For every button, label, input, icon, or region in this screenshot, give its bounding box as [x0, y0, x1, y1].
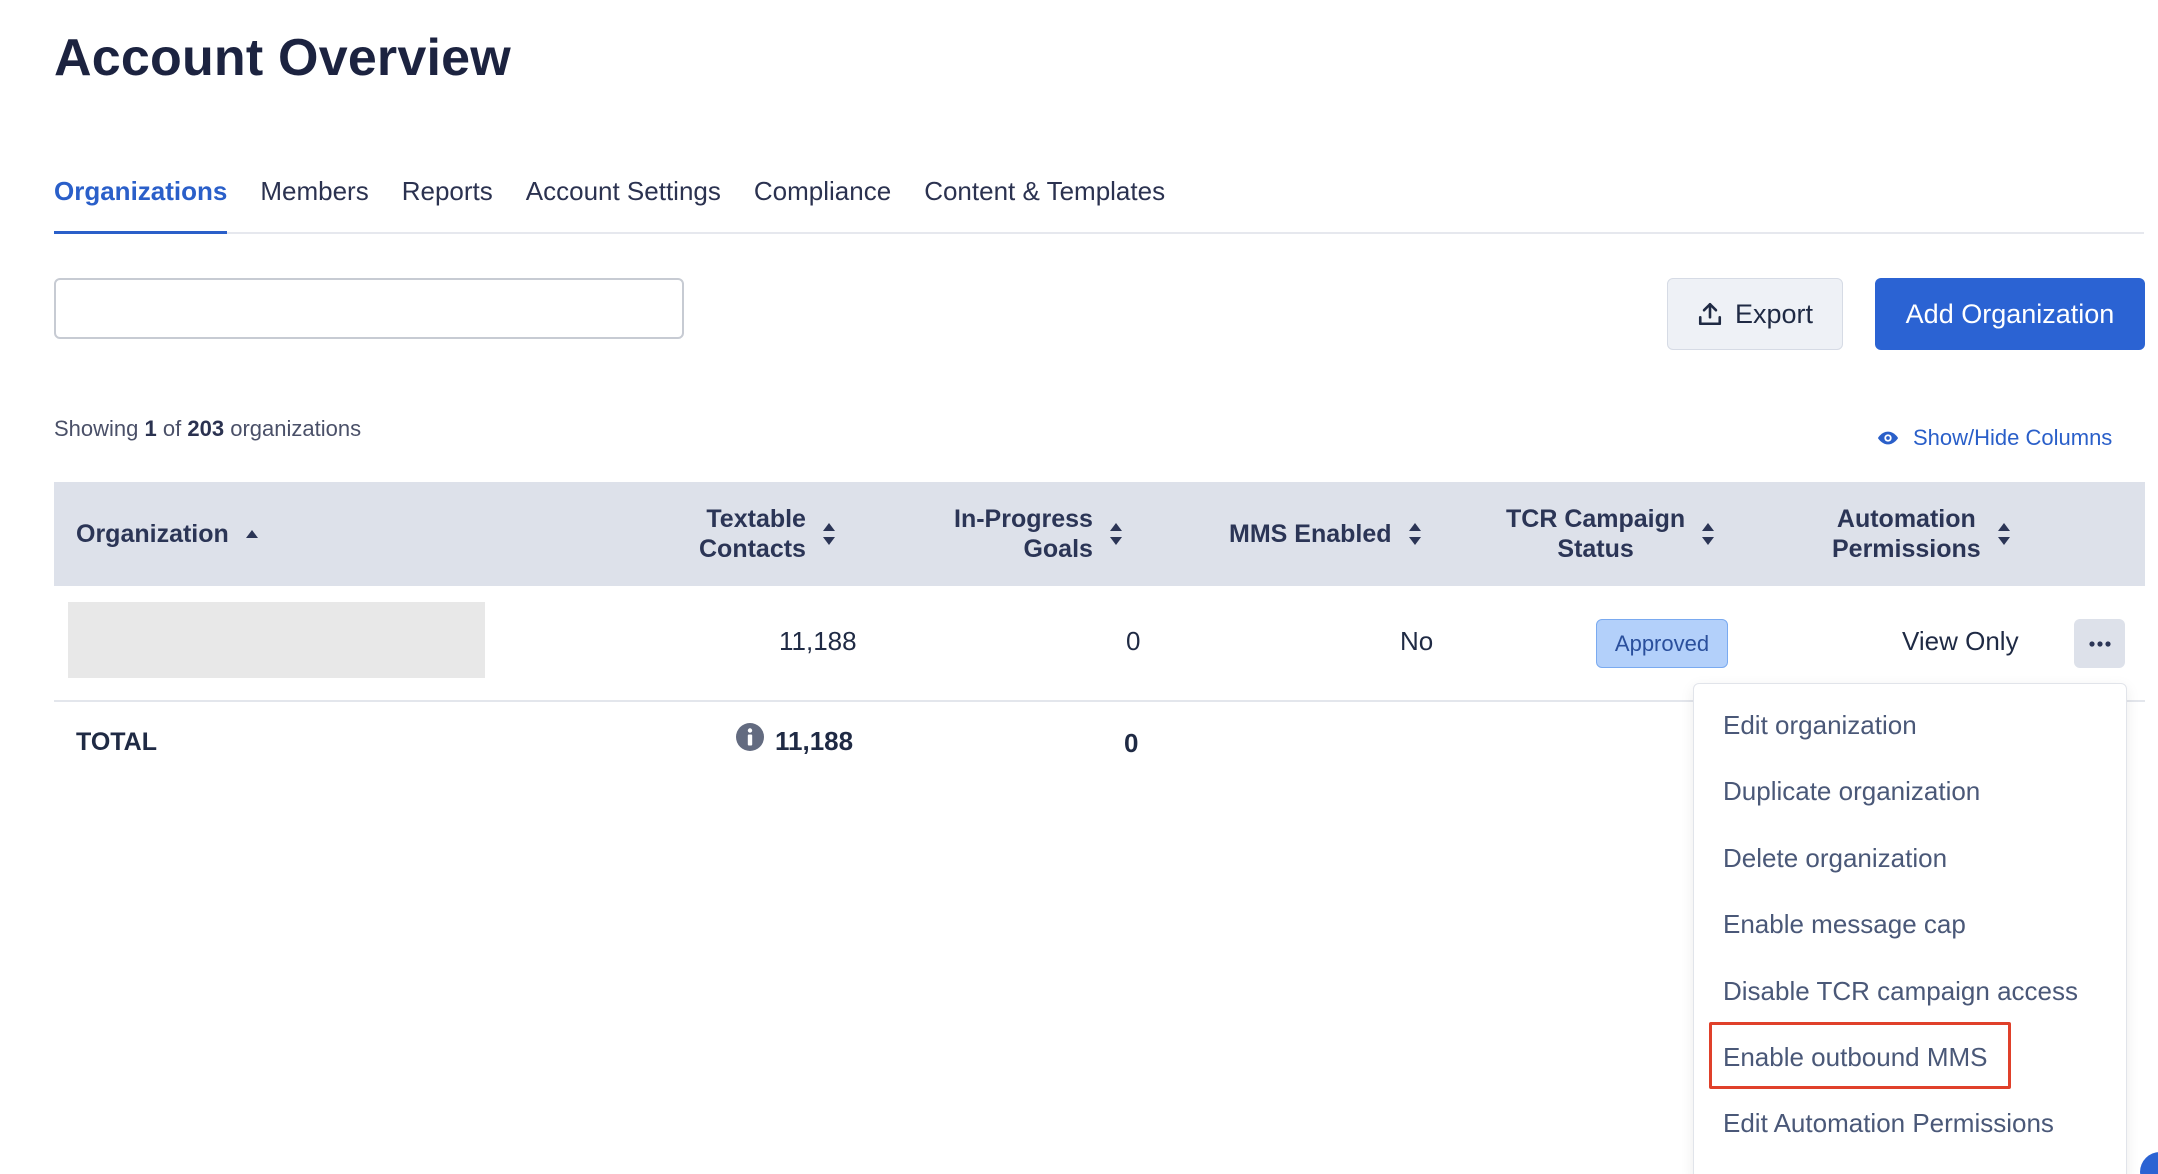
tab-account-settings[interactable]: Account Settings [526, 170, 721, 234]
sort-icon [1408, 523, 1421, 545]
menu-item-edit-automation-permissions[interactable]: Edit Automation Permissions [1723, 1108, 2054, 1139]
page: Account Overview Organizations Members R… [0, 0, 2158, 1174]
row-actions-button[interactable] [2074, 619, 2125, 668]
menu-item-edit-organization[interactable]: Edit organization [1723, 710, 1917, 741]
page-title: Account Overview [54, 29, 511, 87]
sort-icon [1997, 523, 2010, 545]
column-label-line: Textable [706, 505, 806, 533]
sort-asc-icon [245, 530, 258, 538]
sort-icon [822, 523, 835, 545]
organization-name-redacted[interactable] [68, 602, 485, 678]
tab-reports[interactable]: Reports [402, 170, 493, 234]
results-total: 203 [187, 416, 225, 441]
upload-icon [1698, 302, 1722, 326]
column-label-line: Goals [1023, 535, 1093, 563]
column-label-line: Status [1557, 535, 1634, 563]
results-count: Showing 1 of 203 organizations [54, 416, 361, 442]
column-label: In-Progress Goals [954, 504, 1093, 564]
tab-bar: Organizations Members Reports Account Se… [54, 170, 2144, 234]
tab-organizations[interactable]: Organizations [54, 170, 228, 234]
total-label: TOTAL [76, 728, 158, 756]
column-header-in-progress-goals[interactable]: In-Progress Goals [954, 482, 1123, 586]
total-textable-contacts: 11,188 [775, 726, 854, 756]
row-actions-menu: Edit organization Duplicate organization… [1693, 683, 2127, 1174]
column-label-line: Automation [1836, 505, 1976, 533]
column-label: TCR Campaign Status [1506, 504, 1685, 564]
column-label: Organization [76, 520, 229, 548]
table-header: Organization Textable Contacts In-Progre… [54, 482, 2145, 586]
show-hide-columns-label: Show/Hide Columns [1913, 425, 2113, 450]
results-prefix: Showing [54, 416, 139, 441]
column-label-line: Contacts [699, 535, 806, 563]
results-suffix: organizations [230, 416, 362, 441]
column-header-textable-contacts[interactable]: Textable Contacts [699, 482, 836, 586]
column-label-line: Permissions [1832, 535, 1981, 563]
info-icon[interactable] [735, 722, 765, 752]
textable-contacts-cell: 11,188 [779, 626, 857, 656]
total-in-progress-goals: 0 [1124, 728, 1139, 758]
menu-item-disable-tcr-campaign-access[interactable]: Disable TCR campaign access [1723, 976, 2078, 1007]
tab-members[interactable]: Members [260, 170, 368, 234]
column-header-tcr-campaign-status[interactable]: TCR Campaign Status [1506, 482, 1715, 586]
column-label: Textable Contacts [699, 504, 806, 564]
tab-content-templates[interactable]: Content & Templates [924, 170, 1165, 234]
menu-item-duplicate-organization[interactable]: Duplicate organization [1723, 776, 1980, 807]
column-label: MMS Enabled [1229, 520, 1392, 548]
more-horizontal-icon [2088, 640, 2111, 647]
mms-enabled-cell: No [1400, 626, 1434, 656]
tab-compliance[interactable]: Compliance [754, 170, 891, 234]
in-progress-goals-cell: 0 [1126, 626, 1141, 656]
results-of: of [162, 416, 182, 441]
column-header-automation-permissions[interactable]: Automation Permissions [1832, 482, 2011, 586]
results-shown: 1 [144, 416, 157, 441]
column-label-line: TCR Campaign [1506, 505, 1686, 533]
show-hide-columns-button[interactable]: Show/Hide Columns [1877, 425, 2112, 451]
corner-widget[interactable] [2140, 1152, 2158, 1174]
menu-item-enable-message-cap[interactable]: Enable message cap [1723, 909, 1966, 940]
sort-icon [1702, 523, 1715, 545]
automation-permissions-cell: View Only [1902, 626, 2019, 656]
column-label-line: In-Progress [954, 505, 1093, 533]
sort-icon [1109, 523, 1122, 545]
column-label: Automation Permissions [1832, 504, 1981, 564]
column-header-organization[interactable]: Organization [76, 482, 259, 586]
search-input[interactable] [54, 278, 684, 339]
menu-item-delete-organization[interactable]: Delete organization [1723, 843, 1947, 874]
export-button[interactable]: Export [1667, 278, 1843, 350]
eye-icon [1877, 431, 1899, 445]
status-badge: Approved [1596, 619, 1728, 668]
menu-item-enable-outbound-mms[interactable]: Enable outbound MMS [1723, 1042, 1988, 1073]
column-header-mms-enabled[interactable]: MMS Enabled [1229, 482, 1422, 586]
add-organization-button[interactable]: Add Organization [1875, 278, 2145, 350]
export-label: Export [1734, 298, 1814, 329]
